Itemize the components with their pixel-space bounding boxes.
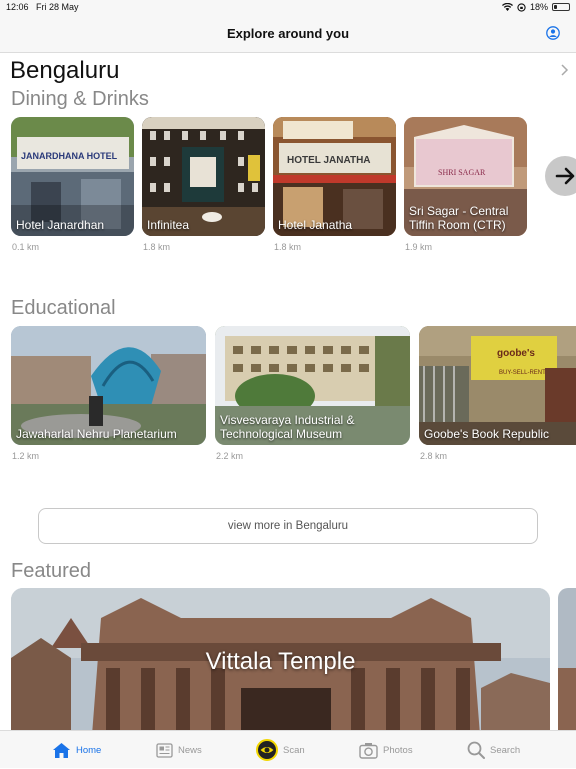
page-title: Explore around you [226, 26, 350, 41]
tab-bar: Home News Scan Photos Search [0, 730, 576, 768]
status-indicators: 18% [501, 2, 570, 12]
place-distance: 1.8 km [274, 242, 302, 252]
featured-name: Vittala Temple [205, 648, 356, 675]
place-name: Visvesvaraya Industrial & Technological … [220, 413, 355, 441]
wifi-icon [501, 3, 513, 11]
house-icon [53, 742, 70, 758]
place-card-planetarium[interactable]: Jawaharlal Nehru Planetarium [11, 326, 206, 445]
place-name: Goobe's Book Republic [424, 427, 550, 441]
place-card-goobes-book-republic[interactable]: goobe's BUY-SELL-RENT Goobe's Book Repub… [419, 326, 576, 445]
place-distance: 1.9 km [405, 242, 433, 252]
section-title-dining: Dining & Drinks [11, 88, 149, 110]
tab-scan[interactable]: Scan [256, 731, 305, 769]
scroll-next-button[interactable] [545, 156, 576, 196]
section-title-educational: Educational [11, 297, 116, 319]
camera-icon [359, 742, 378, 759]
place-name: Jawaharlal Nehru Planetarium [16, 427, 177, 441]
battery-icon [552, 3, 570, 11]
place-distance: 1.8 km [143, 242, 171, 252]
place-card-sri-sagar[interactable]: SHRI SAGAR Sri Sagar - Central Tiffin Ro… [404, 117, 527, 236]
sign-goobes: goobe's [497, 348, 535, 359]
tab-news[interactable]: News [156, 731, 202, 769]
place-card-visvesvaraya-museum[interactable]: Visvesvaraya Industrial & Technological … [215, 326, 410, 445]
place-name: Infinitea [147, 218, 190, 232]
tab-label: Home [76, 744, 102, 756]
tab-home[interactable]: Home [52, 731, 101, 769]
place-name: Hotel Janardhan [16, 218, 105, 232]
tab-search[interactable]: Search [467, 731, 520, 769]
featured-card-next[interactable] [558, 588, 576, 730]
eye-icon [256, 739, 278, 761]
battery-percent: 18% [529, 2, 548, 12]
sign-janatha: HOTEL JANATHA [287, 155, 371, 166]
newspaper-icon [156, 742, 173, 758]
orientation-lock-icon [517, 2, 526, 12]
battery-fill [554, 5, 557, 9]
tab-label: Search [490, 744, 521, 756]
place-distance: 0.1 km [12, 242, 40, 252]
profile-icon[interactable] [546, 26, 560, 40]
status-date: Fri 28 May [36, 2, 79, 12]
place-card-hotel-janardhan[interactable]: JANARDHANA HOTEL Hotel Janardhan [11, 117, 134, 236]
tab-photos[interactable]: Photos [359, 731, 413, 769]
tab-label: Photos [383, 744, 413, 756]
place-card-hotel-janatha[interactable]: HOTEL JANATHA Hotel Janatha [273, 117, 396, 236]
status-time: 12:06 [6, 2, 29, 12]
place-distance: 1.2 km [12, 451, 40, 461]
section-title-featured: Featured [11, 560, 92, 582]
place-card-infinitea[interactable]: Infinitea [142, 117, 265, 236]
magnifier-icon [467, 741, 485, 759]
city-title[interactable]: Bengaluru [10, 57, 119, 85]
status-bar: 12:06 Fri 28 May 18% [0, 0, 576, 16]
featured-card-vittala-temple[interactable]: Vittala Temple [11, 588, 550, 730]
navigation-bar: Explore around you [0, 16, 576, 53]
arrow-right-icon [555, 167, 575, 185]
sign-srisagar: SHRI SAGAR [438, 168, 486, 177]
chevron-right-icon[interactable] [560, 63, 570, 77]
tab-label: Scan [283, 744, 305, 756]
sign-goobes-sub: BUY-SELL-RENT [499, 370, 546, 376]
featured-next-photo [558, 588, 576, 730]
explore-content[interactable]: Bengaluru Dining & Drinks JANARDHANA HOT… [0, 53, 576, 730]
sign-janardhan: JANARDHANA HOTEL [21, 151, 118, 161]
place-name: Sri Sagar - Central Tiffin Room (CTR) [409, 204, 509, 232]
place-distance: 2.8 km [420, 451, 448, 461]
place-distance: 2.2 km [216, 451, 244, 461]
view-more-button[interactable]: view more in Bengaluru [38, 508, 538, 544]
place-name: Hotel Janatha [278, 218, 353, 232]
tab-label: News [178, 744, 202, 756]
